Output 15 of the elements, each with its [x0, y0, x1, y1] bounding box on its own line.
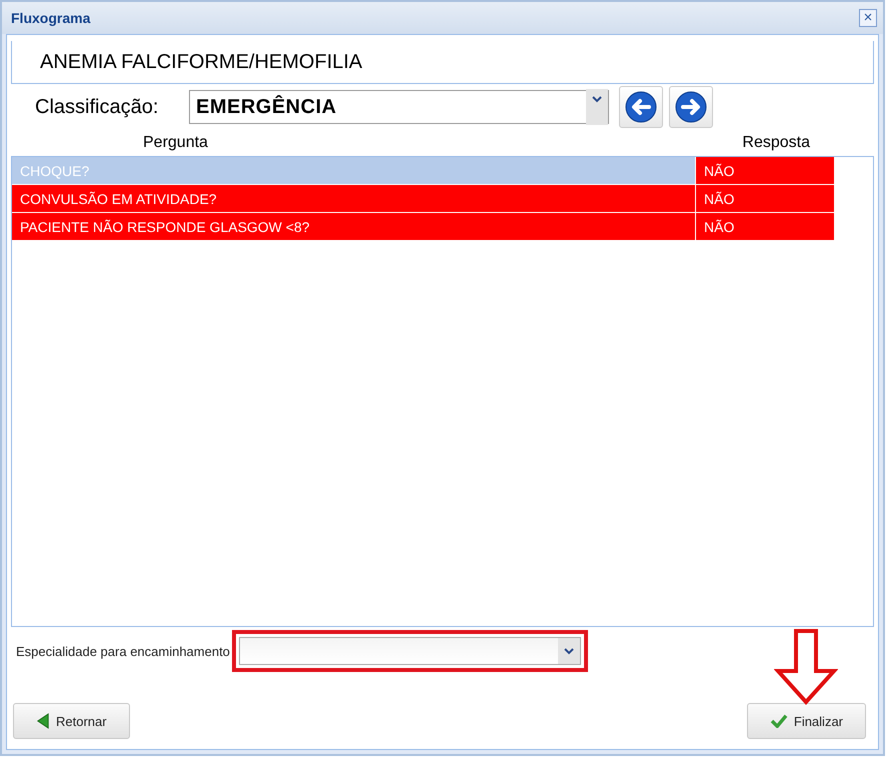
window-title: Fluxograma — [11, 10, 90, 26]
answer-cell[interactable]: NÃO — [695, 185, 834, 212]
column-header: Resposta — [742, 134, 810, 152]
classification-label: Classificação: — [35, 96, 160, 118]
flowchart-heading: ANEMIA FALCIFORME/HEMOFILIA — [40, 50, 362, 74]
specialty-label: Especialidade para encaminhamento — [16, 644, 230, 658]
classification-dropdown[interactable]: EMERGÊNCIA — [189, 90, 609, 124]
question-cell[interactable]: PACIENTE NÃO RESPONDE GLASGOW <8? — [12, 213, 695, 240]
answer-cell[interactable]: NÃO — [695, 213, 834, 240]
answer-cell[interactable]: NÃO — [695, 157, 834, 184]
close-button[interactable]: × — [859, 9, 877, 27]
finish-button[interactable]: Finalizar — [746, 703, 866, 739]
column-header: Pergunta — [143, 134, 208, 152]
question-cell[interactable]: CONVULSÃO EM ATIVIDADE? — [12, 185, 695, 212]
back-button[interactable]: Retornar — [13, 703, 130, 739]
